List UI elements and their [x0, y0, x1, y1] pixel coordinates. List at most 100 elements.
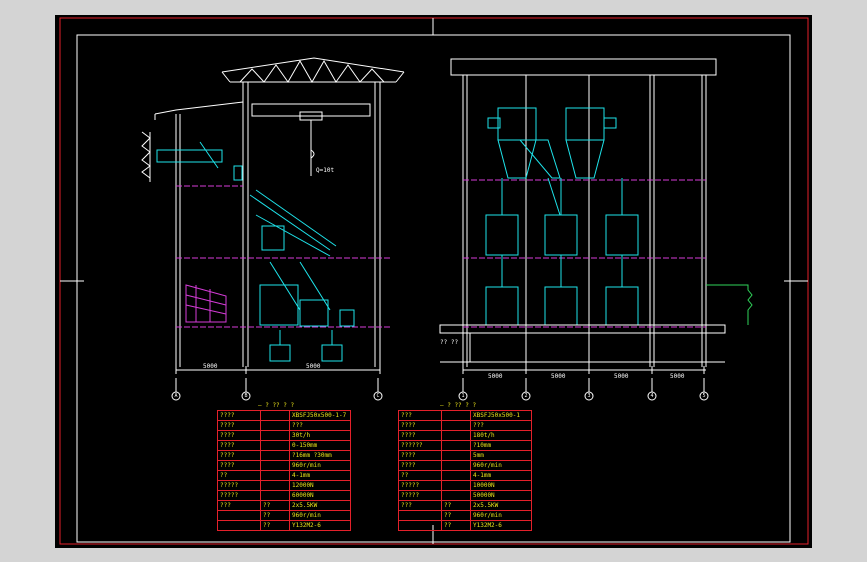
table-cell — [260, 480, 290, 491]
right-grid-5: 5 — [702, 393, 706, 399]
left-grid-b: B — [244, 393, 248, 399]
spec-row: ?? 4-1mm — [398, 470, 532, 481]
table-cell: 4-1mm — [470, 470, 532, 481]
table-cell: ????? — [217, 480, 261, 491]
table-cell: 50000N — [470, 490, 532, 501]
spec-row: ???? 960r/min — [398, 460, 532, 471]
table-cell — [441, 430, 471, 441]
table-cell: 180t/h — [470, 430, 532, 441]
table-cell: ???? — [217, 430, 261, 441]
right-grid-1: 1 — [461, 393, 465, 399]
motor-row: ?? 960r/min — [398, 510, 532, 521]
table-cell — [441, 470, 471, 481]
motor-row: ?? Y132M2-6 — [398, 520, 532, 531]
cad-canvas: Q=10t ?? ?? 5000 5000 A B C 5000 5000 50… — [0, 0, 867, 562]
table-cell: ???? — [217, 450, 261, 461]
table-cell: ?? — [441, 500, 471, 511]
table-cell: 960r/min — [470, 460, 532, 471]
table-cell: XBSFJ50x500-1 — [470, 410, 532, 421]
table-cell: 12000N — [289, 480, 351, 491]
right-grid-4: 4 — [650, 393, 654, 399]
table-cell: ?????? — [398, 440, 442, 451]
right-dim-1: 5000 — [488, 373, 503, 380]
left-grid-a: A — [174, 393, 178, 399]
spec-row: ????? 12000N — [217, 480, 351, 491]
table-cell: ?? — [260, 520, 290, 531]
table-cell: 2x5.5KW — [470, 500, 532, 511]
table-cell: ??? — [470, 420, 532, 431]
table-cell: ?? — [217, 470, 261, 481]
table-cell: ???? — [217, 420, 261, 431]
table-cell — [217, 510, 261, 521]
table-cell — [260, 450, 290, 461]
table-cell: ???? — [217, 440, 261, 451]
table-cell: ??? — [217, 500, 261, 511]
table-cell — [441, 460, 471, 471]
table-cell: Y132M2-6 — [470, 520, 532, 531]
right-dim-2: 5000 — [551, 373, 566, 380]
motor-row: ????? 2x5.5KW — [217, 500, 351, 511]
spec-row: ????? 60000N — [217, 490, 351, 501]
table-cell: 2x5.5KW — [289, 500, 351, 511]
table-cell: ???? — [398, 420, 442, 431]
spec-row: ???? 0-150mm — [217, 440, 351, 451]
table-cell: ????? — [398, 490, 442, 501]
spec-row: ???? XBSFJ50x500-1-7 — [217, 410, 351, 421]
table-cell: 5mm — [470, 450, 532, 461]
table-cell — [398, 520, 442, 531]
table-cell — [441, 410, 471, 421]
crane-capacity-label: Q=10t — [316, 167, 334, 174]
table-cell — [441, 440, 471, 451]
spec-row: ?? 4-1mm — [217, 470, 351, 481]
table-cell: ?16mm ?30mm — [289, 450, 351, 461]
table-cell: ??? — [289, 420, 351, 431]
spec-row: ??? XBSFJ50x500-1 — [398, 410, 532, 421]
spec-row: ??????? — [398, 420, 532, 431]
table-cell: ?? — [398, 470, 442, 481]
left-spec-table: ???? XBSFJ50x500-1-7??????????? 30t/h???? 0… — [217, 410, 351, 531]
table-cell: ???? — [217, 460, 261, 471]
table-cell: ???? — [398, 460, 442, 471]
table-cell — [441, 490, 471, 501]
table-cell: ??? — [398, 500, 442, 511]
left-dim-1: 5000 — [203, 363, 218, 370]
spec-row: ????? 10000N — [398, 480, 532, 491]
table-cell — [260, 490, 290, 501]
table-cell: ?? — [441, 520, 471, 531]
table-cell — [398, 510, 442, 521]
table-cell: 960r/min — [289, 460, 351, 471]
spec-row: ???? 30t/h — [217, 430, 351, 441]
table-cell — [260, 470, 290, 481]
table-cell — [217, 520, 261, 531]
right-dim-4: 5000 — [670, 373, 685, 380]
table-cell: ????? — [217, 490, 261, 501]
table-cell: ????? — [398, 480, 442, 491]
table-cell: 960r/min — [470, 510, 532, 521]
table-cell: 960r/min — [289, 510, 351, 521]
right-view-label: ?? ?? — [440, 339, 458, 346]
table-cell — [441, 450, 471, 461]
spec-row: ???? 5mm — [398, 450, 532, 461]
table-cell — [260, 410, 290, 421]
motor-row: ????? 2x5.5KW — [398, 500, 532, 511]
table-cell: ?10mm — [470, 440, 532, 451]
right-dim-3: 5000 — [614, 373, 629, 380]
spec-row: ???? 960r/min — [217, 460, 351, 471]
left-table-title: — ? ?? ? ? — [258, 402, 295, 409]
table-cell — [441, 420, 471, 431]
table-cell — [260, 420, 290, 431]
table-cell — [260, 460, 290, 471]
spec-row: ?????? ?10mm — [398, 440, 532, 451]
spec-row: ??????? — [217, 420, 351, 431]
table-cell: 30t/h — [289, 430, 351, 441]
table-cell: ??? — [398, 410, 442, 421]
right-table-title: — ? ?? ? ? — [440, 402, 477, 409]
spec-row: ???? ?16mm ?30mm — [217, 450, 351, 461]
table-cell: 10000N — [470, 480, 532, 491]
table-cell — [260, 430, 290, 441]
table-cell: ???? — [398, 450, 442, 461]
right-spec-table: ??? XBSFJ50x500-1??????????? 180t/h???????… — [398, 410, 532, 531]
table-cell: ?? — [441, 510, 471, 521]
table-cell: 4-1mm — [289, 470, 351, 481]
table-cell: Y132M2-6 — [289, 520, 351, 531]
